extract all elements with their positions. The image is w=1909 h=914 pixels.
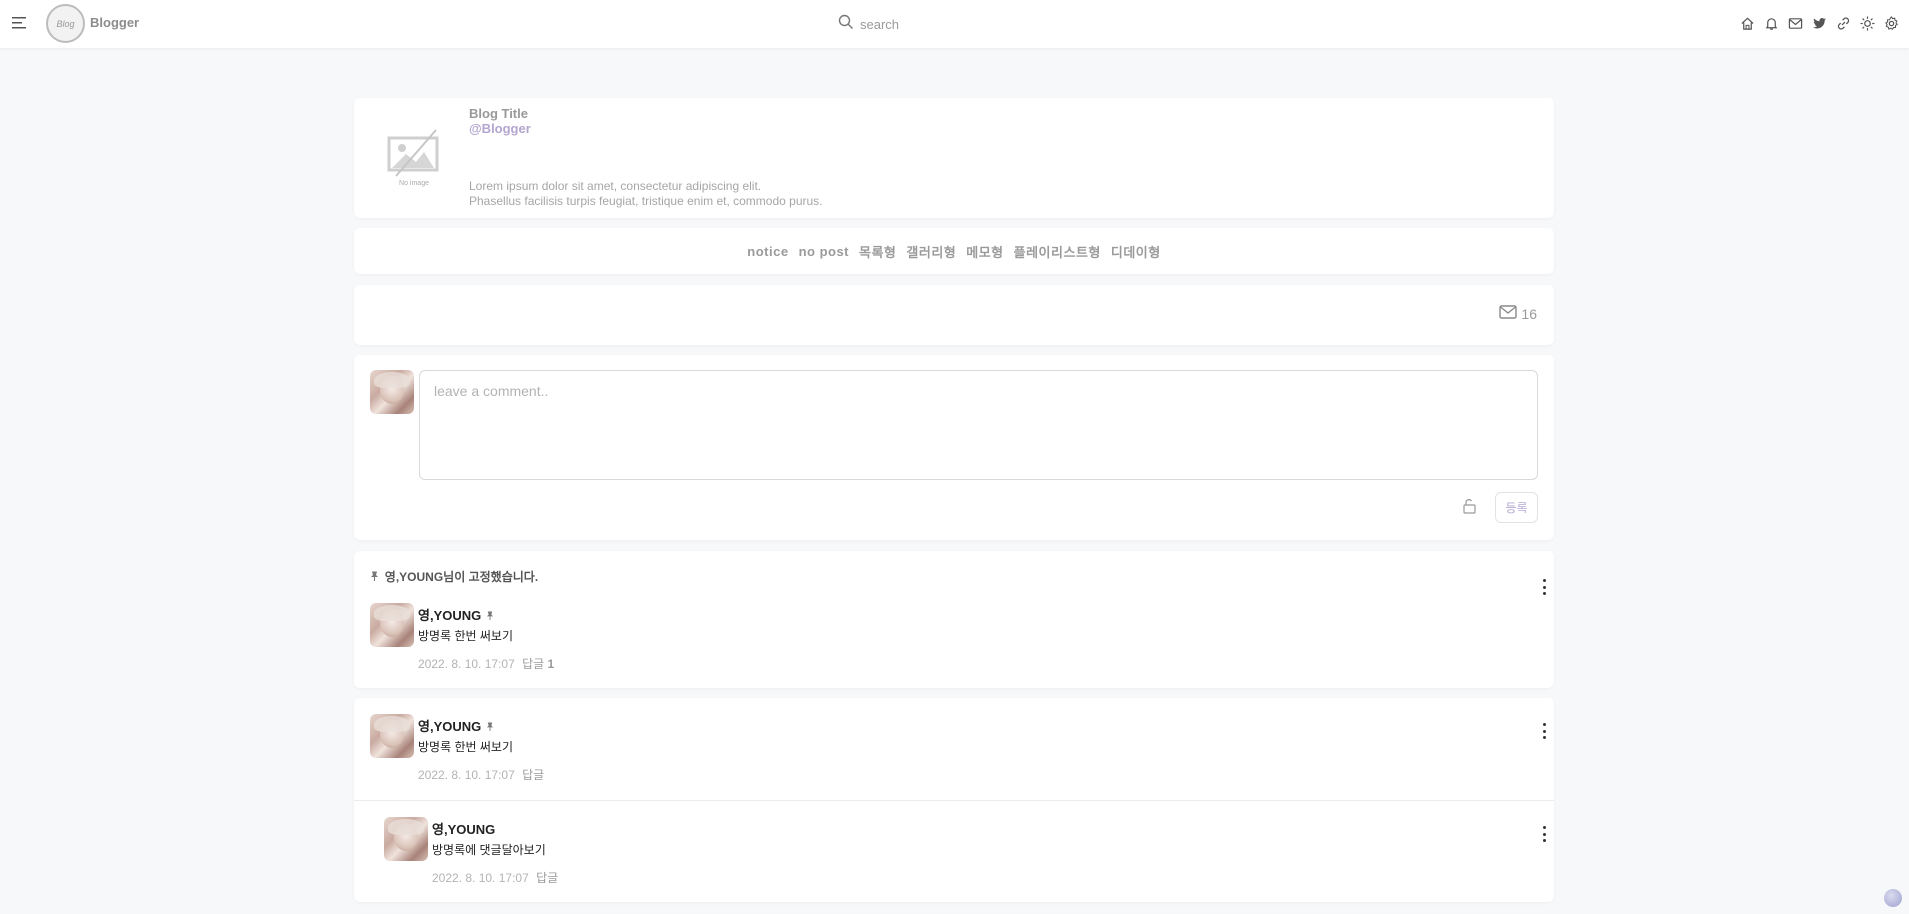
comment-composer: 등록 bbox=[354, 355, 1554, 540]
blog-description: Lorem ipsum dolor sit amet, consectetur … bbox=[469, 179, 823, 209]
nav-item-memo[interactable]: 메모형 bbox=[966, 242, 1003, 261]
guestbook-count: 16 bbox=[1499, 305, 1537, 322]
guestbook-count-value: 16 bbox=[1521, 305, 1537, 322]
reply-button[interactable]: 답글 bbox=[536, 871, 558, 885]
twitter-icon[interactable] bbox=[1810, 14, 1828, 32]
pin-icon bbox=[486, 722, 494, 734]
image-placeholder-icon bbox=[387, 129, 439, 177]
search-bar bbox=[838, 13, 1038, 35]
bell-icon[interactable] bbox=[1762, 14, 1780, 32]
pin-icon bbox=[370, 571, 382, 584]
top-icon-group bbox=[1738, 14, 1900, 32]
nav-item-list[interactable]: 목록형 bbox=[859, 242, 896, 261]
comment-text: 방명록 한번 써보기 bbox=[418, 740, 513, 754]
guestbook-count-bar: 16 bbox=[354, 285, 1554, 345]
reply-label: 답글 bbox=[522, 657, 545, 671]
comment-input[interactable] bbox=[419, 370, 1538, 480]
home-icon[interactable] bbox=[1738, 14, 1756, 32]
pinned-guestbook-card: 영,YOUNG님이 고정했습니다. 영,YOUNG 방명록 한번 써보기 202… bbox=[354, 551, 1554, 688]
more-options-icon[interactable] bbox=[1539, 579, 1549, 595]
comment-author[interactable]: 영,YOUNG bbox=[418, 605, 494, 624]
top-bar: Blog Blogger bbox=[0, 0, 1909, 48]
nav-item-playlist[interactable]: 플레이리스트형 bbox=[1014, 242, 1101, 261]
nav-item-no-post[interactable]: no post bbox=[799, 244, 849, 259]
reply-count: 1 bbox=[547, 657, 555, 671]
menu-icon[interactable] bbox=[12, 16, 28, 30]
avatar bbox=[370, 370, 414, 414]
pin-icon bbox=[486, 611, 494, 623]
category-nav: notice no post 목록형 갤러리형 메모형 플레이리스트형 디데이형 bbox=[354, 228, 1554, 274]
description-line: Lorem ipsum dolor sit amet, consectetur … bbox=[469, 179, 762, 193]
comment-meta: 2022. 8. 10. 17:07 답글 bbox=[418, 766, 544, 783]
author-name: 영,YOUNG bbox=[418, 608, 482, 623]
comment-meta: 2022. 8. 10. 17:07 답글 1 bbox=[418, 655, 554, 672]
description-line: Phasellus facilisis turpis feugiat, tris… bbox=[469, 194, 823, 208]
gear-icon[interactable] bbox=[1882, 14, 1900, 32]
mail-icon[interactable] bbox=[1786, 14, 1804, 32]
search-input[interactable] bbox=[860, 16, 1030, 32]
nav-item-notice[interactable]: notice bbox=[747, 244, 788, 259]
avatar bbox=[370, 714, 414, 758]
link-icon[interactable] bbox=[1834, 14, 1852, 32]
comment-date: 2022. 8. 10. 17:07 bbox=[418, 657, 515, 671]
reply-button[interactable]: 답글 1 bbox=[522, 657, 554, 671]
logo-text: Blog bbox=[56, 18, 75, 29]
no-image-label: No image bbox=[399, 180, 429, 187]
comment-date: 2022. 8. 10. 17:07 bbox=[432, 871, 529, 885]
avatar bbox=[370, 603, 414, 647]
floating-settings-icon[interactable] bbox=[1884, 889, 1902, 907]
avatar bbox=[384, 817, 428, 861]
comment-text: 방명록에 댓글달아보기 bbox=[432, 843, 546, 857]
divider bbox=[354, 800, 1554, 801]
reply-item: 영,YOUNG 방명록에 댓글달아보기 2022. 8. 10. 17:07 답… bbox=[384, 817, 1544, 885]
comment-author[interactable]: 영,YOUNG bbox=[432, 819, 495, 838]
comment-text: 방명록 한번 써보기 bbox=[418, 629, 513, 643]
blog-handle[interactable]: @Blogger bbox=[469, 121, 531, 136]
guestbook-thread-card: 영,YOUNG 방명록 한번 써보기 2022. 8. 10. 17:07 답글… bbox=[354, 698, 1554, 902]
nav-item-gallery[interactable]: 갤러리형 bbox=[906, 242, 956, 261]
comment-date: 2022. 8. 10. 17:07 bbox=[418, 768, 515, 782]
brand-name[interactable]: Blogger bbox=[90, 15, 139, 30]
unlock-icon[interactable] bbox=[1461, 498, 1479, 516]
pin-notice-text: 영,YOUNG님이 고정했습니다. bbox=[384, 570, 539, 584]
no-image-placeholder: No image bbox=[384, 128, 444, 187]
search-icon[interactable] bbox=[838, 14, 854, 35]
pin-notice: 영,YOUNG님이 고정했습니다. bbox=[370, 568, 538, 585]
mail-icon bbox=[1499, 305, 1518, 322]
comment-meta: 2022. 8. 10. 17:07 답글 bbox=[432, 869, 558, 886]
profile-card: No image Blog Title @Blogger Lorem ipsum… bbox=[354, 98, 1554, 218]
list-item: 영,YOUNG 방명록 한번 써보기 2022. 8. 10. 17:07 답글 bbox=[370, 714, 1530, 782]
sun-icon[interactable] bbox=[1858, 14, 1876, 32]
comment-author[interactable]: 영,YOUNG bbox=[418, 716, 494, 735]
reply-button[interactable]: 답글 bbox=[522, 768, 544, 782]
submit-button[interactable]: 등록 bbox=[1495, 492, 1538, 523]
blog-title: Blog Title bbox=[469, 106, 528, 121]
author-name: 영,YOUNG bbox=[418, 719, 482, 734]
nav-item-dday[interactable]: 디데이형 bbox=[1111, 242, 1161, 261]
blog-logo[interactable]: Blog bbox=[46, 4, 85, 43]
list-item: 영,YOUNG 방명록 한번 써보기 2022. 8. 10. 17:07 답글… bbox=[370, 603, 1530, 671]
more-options-icon[interactable] bbox=[1539, 723, 1549, 739]
